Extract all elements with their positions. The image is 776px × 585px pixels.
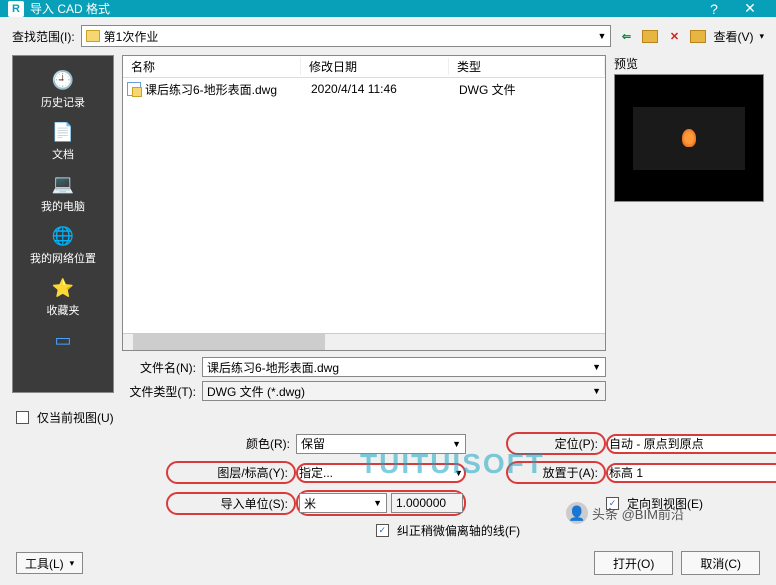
- titlebar: R 导入 CAD 格式 ? ✕: [0, 0, 776, 17]
- file-type-cell: DWG 文件: [451, 81, 605, 98]
- only-current-view-checkbox[interactable]: [16, 411, 29, 424]
- sidebar-favorites[interactable]: ⭐收藏夹: [13, 272, 113, 322]
- delete-button[interactable]: ✕: [665, 27, 683, 45]
- col-type[interactable]: 类型: [449, 58, 605, 75]
- computer-icon: 💻: [49, 172, 77, 196]
- filename-combo[interactable]: 课后练习6-地形表面.dwg▼: [202, 357, 606, 377]
- chevron-down-icon: ▼: [592, 386, 601, 396]
- back-button[interactable]: ⇐: [617, 27, 635, 45]
- correct-label: 纠正稍微偏离轴的线(F): [397, 522, 520, 539]
- sidebar-documents[interactable]: 📄文档: [13, 116, 113, 166]
- layer-label: 图层/标高(Y):: [166, 461, 296, 484]
- lookin-value: 第1次作业: [104, 28, 159, 45]
- col-name[interactable]: 名称: [123, 58, 301, 75]
- filename-label: 文件名(N):: [122, 359, 196, 376]
- monitor-icon: ▭: [49, 328, 77, 352]
- close-button[interactable]: ✕: [732, 0, 768, 17]
- tools-button[interactable]: 工具(L)▾: [16, 552, 83, 574]
- view-menu[interactable]: 查看(V): [713, 28, 753, 45]
- sidebar-history[interactable]: 🕘历史记录: [13, 64, 113, 114]
- unit-label: 导入单位(S):: [166, 492, 296, 515]
- lookin-bar: 查找范围(I): 第1次作业 ▼ ⇐ ✕ 查看(V) ▾: [0, 17, 776, 55]
- col-date[interactable]: 修改日期: [301, 58, 449, 75]
- layer-select[interactable]: 指定...▼: [296, 463, 466, 483]
- unit-select[interactable]: 米▼: [299, 493, 387, 513]
- placeat-select[interactable]: 标高 1▼: [606, 463, 776, 483]
- placement-label: 定位(P):: [506, 432, 606, 455]
- file-name-cell: 课后练习6-地形表面.dwg: [145, 81, 303, 98]
- view-dropdown-icon[interactable]: ▾: [759, 31, 764, 42]
- preview-pane: [614, 74, 764, 202]
- places-sidebar: 🕘历史记录 📄文档 💻我的电脑 🌐我的网络位置 ⭐收藏夹 ▭: [12, 55, 114, 393]
- correct-checkbox[interactable]: ✓: [376, 524, 389, 537]
- folder-icon: [86, 30, 100, 42]
- horizontal-scrollbar[interactable]: [123, 333, 605, 350]
- chevron-down-icon: ▼: [592, 362, 601, 372]
- filetype-combo[interactable]: DWG 文件 (*.dwg)▼: [202, 381, 606, 401]
- sidebar-mypc[interactable]: 💻我的电脑: [13, 168, 113, 218]
- placeat-label: 放置于(A):: [506, 461, 606, 484]
- cancel-button[interactable]: 取消(C): [681, 551, 760, 575]
- help-button[interactable]: ?: [696, 1, 732, 17]
- file-date-cell: 2020/4/14 11:46: [303, 82, 451, 96]
- app-icon: R: [8, 1, 24, 17]
- orient-checkbox[interactable]: ✓: [606, 497, 619, 510]
- sidebar-extra[interactable]: ▭: [13, 324, 113, 358]
- lookin-label: 查找范围(I):: [12, 28, 75, 45]
- up-folder-button[interactable]: [641, 27, 659, 45]
- unit-factor: 1.000000: [391, 493, 463, 513]
- preview-label: 预览: [614, 55, 764, 72]
- chevron-down-icon: ▼: [598, 31, 607, 41]
- new-folder-button[interactable]: [689, 27, 707, 45]
- preview-thumbnail: [682, 129, 696, 147]
- file-list: 名称 修改日期 类型 课后练习6-地形表面.dwg 2020/4/14 11:4…: [122, 55, 606, 351]
- open-button[interactable]: 打开(O): [594, 551, 673, 575]
- only-current-view-label: 仅当前视图(U): [37, 409, 114, 426]
- color-label: 颜色(R):: [166, 435, 296, 452]
- star-icon: ⭐: [49, 276, 77, 300]
- network-icon: 🌐: [49, 224, 77, 248]
- lookin-combo[interactable]: 第1次作业 ▼: [81, 25, 612, 47]
- dwg-file-icon: [127, 82, 141, 96]
- sidebar-network[interactable]: 🌐我的网络位置: [13, 220, 113, 270]
- window-title: 导入 CAD 格式: [30, 0, 696, 17]
- color-select[interactable]: 保留▼: [296, 434, 466, 454]
- document-icon: 📄: [49, 120, 77, 144]
- placement-select[interactable]: 自动 - 原点到原点▼: [606, 434, 776, 454]
- file-list-header: 名称 修改日期 类型: [123, 56, 605, 78]
- filetype-label: 文件类型(T):: [122, 383, 196, 400]
- scrollbar-thumb[interactable]: [133, 334, 326, 350]
- file-row[interactable]: 课后练习6-地形表面.dwg 2020/4/14 11:46 DWG 文件: [123, 78, 605, 100]
- history-icon: 🕘: [49, 68, 77, 92]
- orient-label: 定向到视图(E): [627, 495, 703, 512]
